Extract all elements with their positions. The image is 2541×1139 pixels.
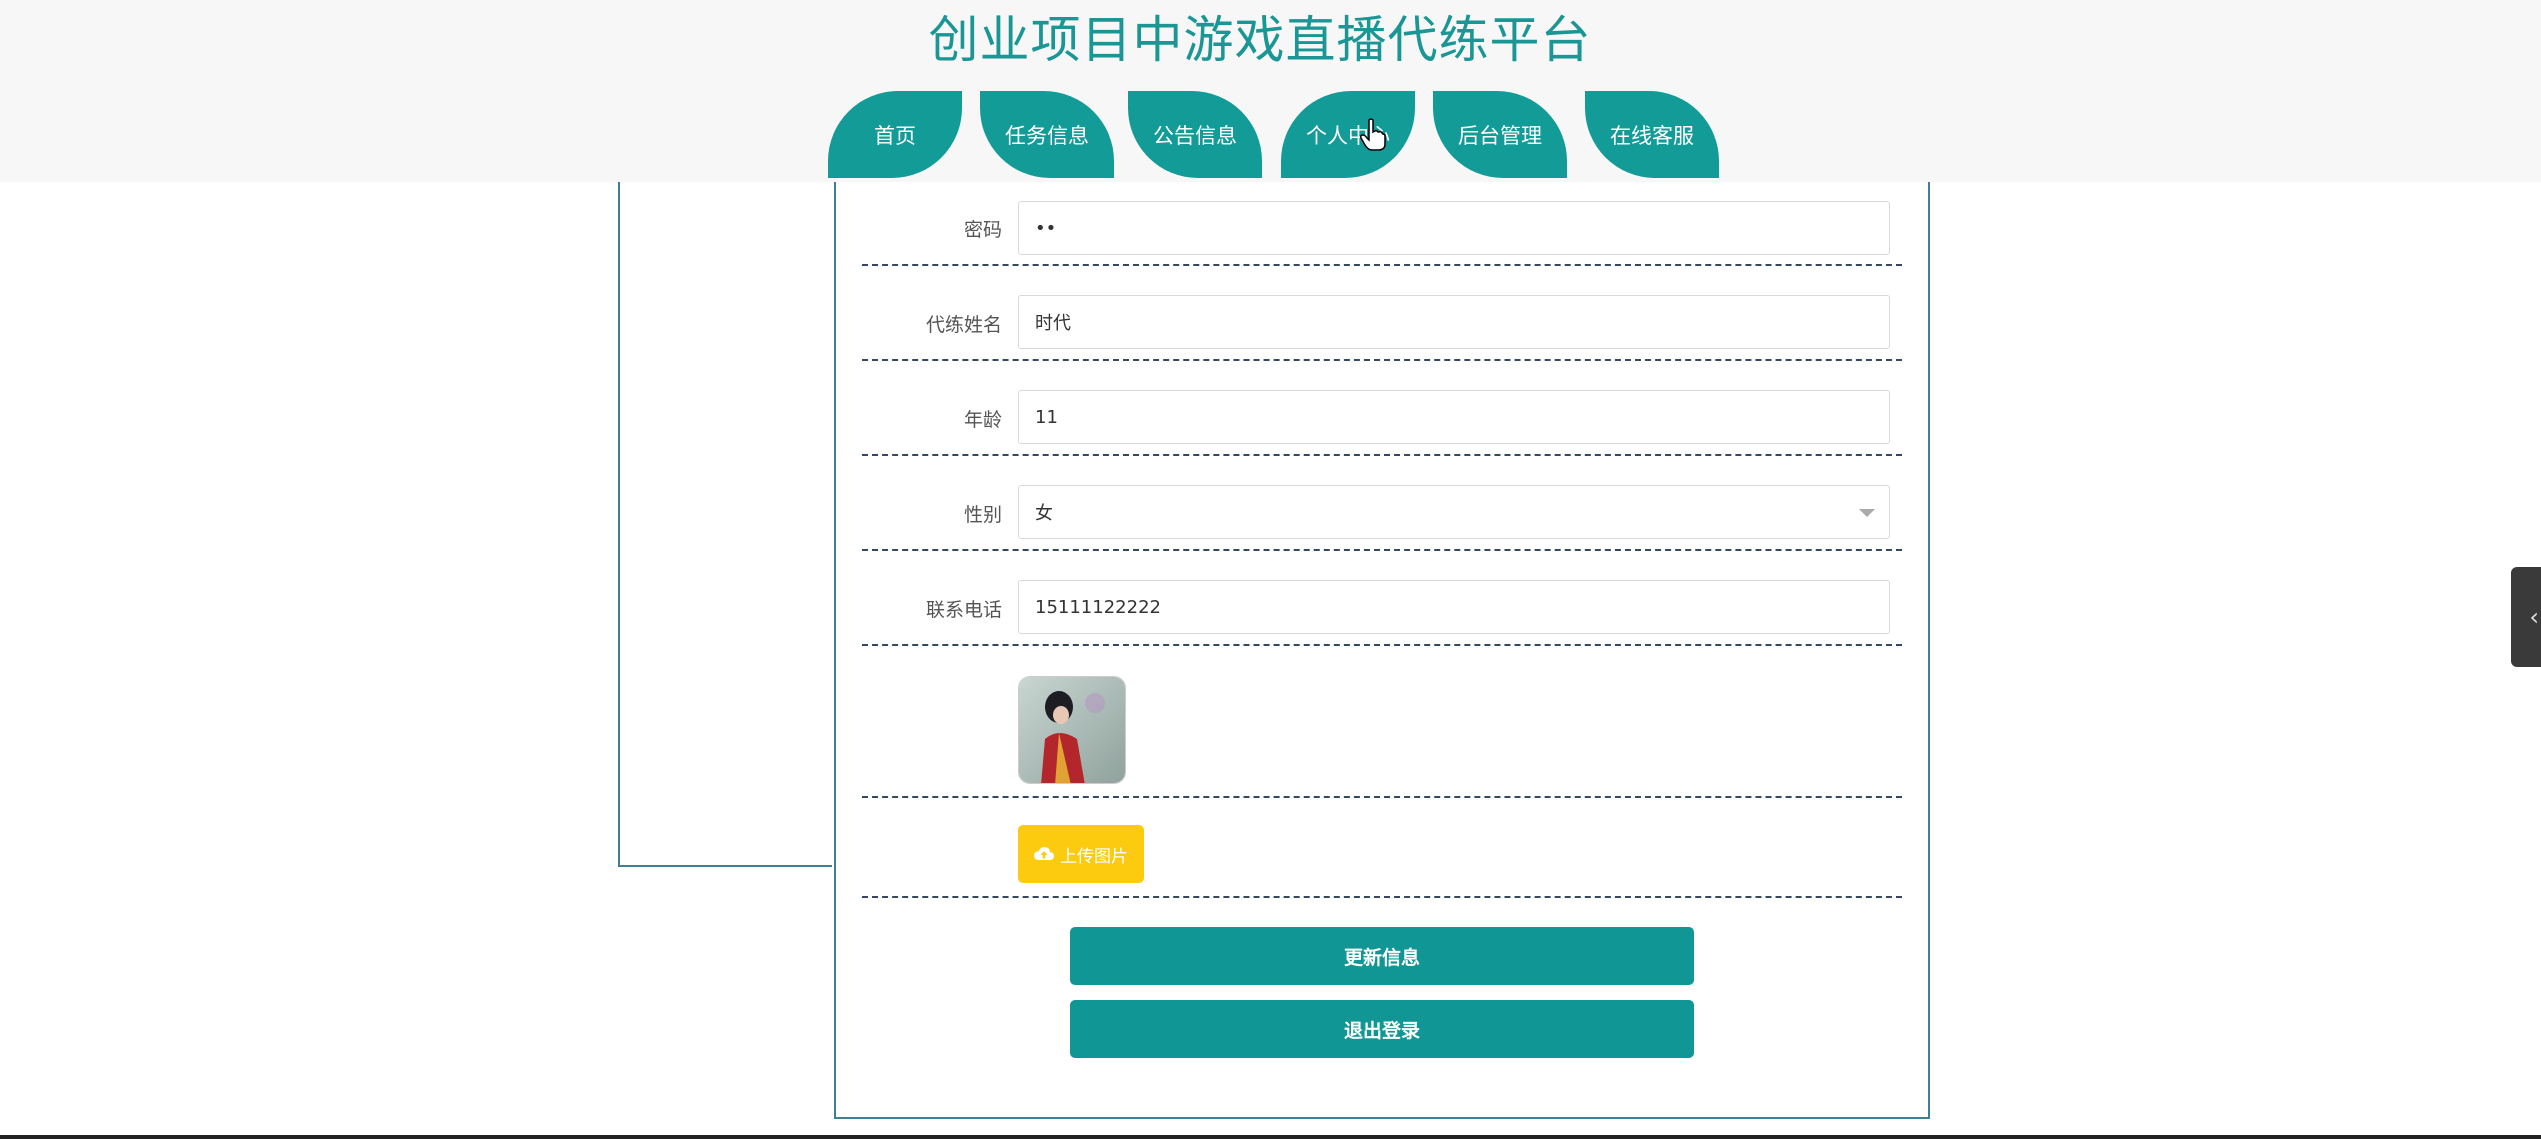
- chevron-left-icon: ‹: [2529, 603, 2539, 631]
- avatar: [1018, 676, 1126, 784]
- name-field[interactable]: 时代: [1018, 295, 1890, 349]
- gender-select[interactable]: 女: [1018, 485, 1890, 539]
- logout-button[interactable]: 退出登录: [1070, 1000, 1694, 1058]
- site-title: 创业项目中游戏直播代练平台: [928, 11, 1592, 69]
- phone-field[interactable]: 15111122222: [1018, 580, 1890, 634]
- nav-item-personal-center[interactable]: 个人中心: [1281, 91, 1415, 178]
- profile-form-card: 密码 •• 代练姓名 时代 年龄 11 性别 女 联系电话 1511112222…: [834, 182, 1930, 1119]
- hand-cursor-icon: [1360, 118, 1386, 151]
- password-label: 密码: [963, 219, 1002, 241]
- gender-label: 性别: [963, 504, 1002, 526]
- side-panel-toggle[interactable]: ‹: [2511, 567, 2541, 667]
- cloud-upload-icon: [1034, 847, 1054, 860]
- name-label: 代练姓名: [925, 314, 1002, 336]
- sidebar-panel: [618, 182, 832, 867]
- upload-image-button[interactable]: 上传图片: [1018, 825, 1144, 883]
- nav-item-online-service[interactable]: 在线客服: [1585, 91, 1719, 178]
- age-field[interactable]: 11: [1018, 390, 1890, 444]
- nav-item-home[interactable]: 首页: [828, 91, 962, 178]
- bottom-edge: [0, 1135, 2541, 1139]
- nav-item-notices[interactable]: 公告信息: [1128, 91, 1262, 178]
- age-label: 年龄: [963, 409, 1002, 431]
- nav-item-tasks[interactable]: 任务信息: [980, 91, 1114, 178]
- nav-item-admin[interactable]: 后台管理: [1433, 91, 1567, 178]
- header: 创业项目中游戏直播代练平台 首页 任务信息 公告信息 个人中心 后台管理 在线客…: [0, 0, 2541, 182]
- upload-image-label: 上传图片: [1060, 846, 1128, 867]
- chevron-down-icon: [1859, 509, 1875, 517]
- password-field[interactable]: ••: [1018, 201, 1890, 255]
- phone-label: 联系电话: [925, 599, 1002, 621]
- update-info-button[interactable]: 更新信息: [1070, 927, 1694, 985]
- gender-select-value: 女: [1035, 503, 1053, 524]
